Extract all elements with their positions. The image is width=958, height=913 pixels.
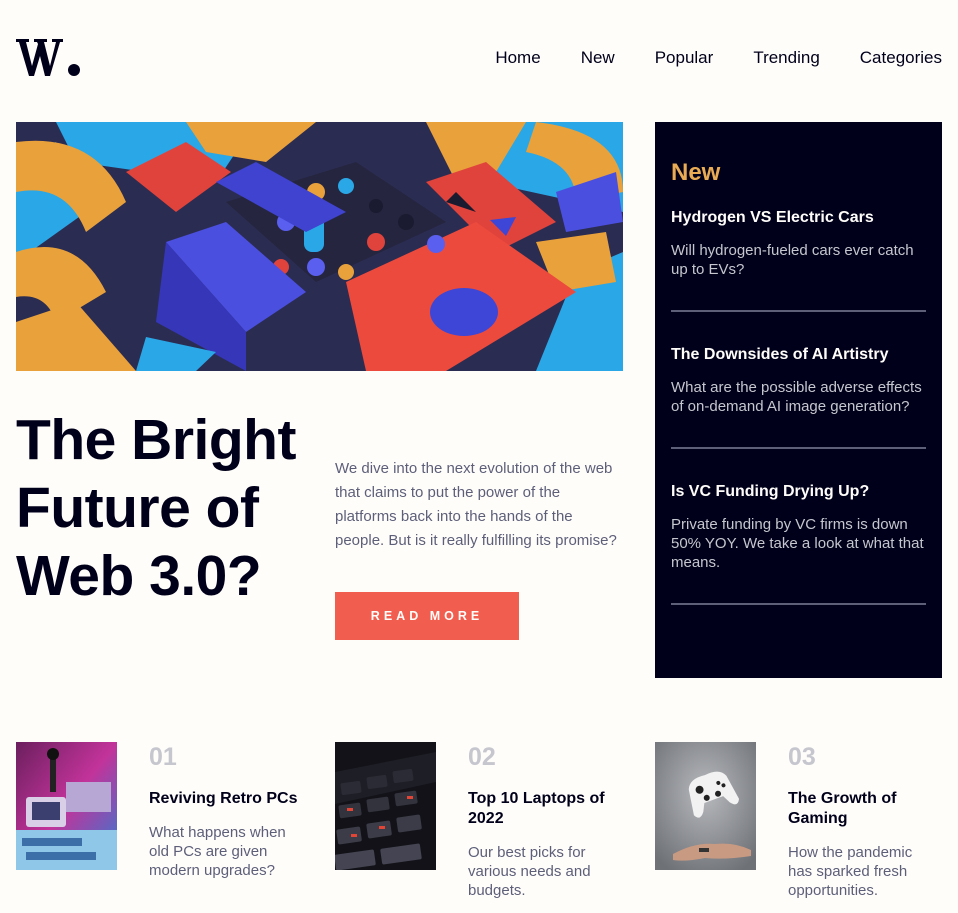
divider [671, 603, 926, 605]
article-number: 01 [149, 743, 177, 771]
article-number: 02 [468, 743, 496, 771]
new-item-title[interactable]: The Downsides of AI Artistry [671, 344, 926, 366]
article-summary: What happens when old PCs are given mode… [149, 824, 286, 879]
article-title[interactable]: The Growth of Gaming [788, 789, 940, 829]
article-title[interactable]: Top 10 Laptops of 2022 [468, 789, 620, 829]
article-card[interactable]: 01 Reviving Retro PCs What happens when … [16, 742, 301, 880]
laptop-keyboard-image [335, 742, 436, 870]
divider [671, 447, 926, 449]
divider [671, 310, 926, 312]
article-summary: Our best picks for various needs and bud… [468, 844, 591, 899]
new-item-title[interactable]: Is VC Funding Drying Up? [671, 481, 926, 503]
article-title[interactable]: Reviving Retro PCs [149, 789, 301, 809]
article-card[interactable]: 02 Top 10 Laptops of 2022 Our best picks… [335, 742, 620, 900]
new-item-summary: Will hydrogen-fueled cars ever catch up … [671, 242, 914, 278]
new-item-summary: Private funding by VC firms is down 50% … [671, 516, 924, 571]
hero-image [16, 122, 623, 371]
new-heading: New [671, 159, 721, 186]
new-item[interactable]: Is VC Funding Drying Up? Private funding… [671, 481, 926, 572]
article-summary: How the pandemic has sparked fresh oppor… [788, 844, 913, 899]
hero-title: The Bright Future of Web 3.0? [16, 408, 296, 608]
nav-categories[interactable]: Categories [860, 47, 942, 69]
article-card[interactable]: 03 The Growth of Gaming How the pandemic… [655, 742, 940, 900]
new-panel: New Hydrogen VS Electric Cars Will hydro… [655, 122, 942, 678]
hero-description: We dive into the next evolution of the w… [335, 460, 617, 549]
main-nav: Home New Popular Trending Categories [495, 47, 942, 69]
new-item-summary: What are the possible adverse effects of… [671, 379, 922, 415]
read-more-button[interactable]: READ MORE [335, 592, 519, 640]
nav-popular[interactable]: Popular [655, 47, 714, 69]
site-logo[interactable] [16, 36, 82, 78]
gaming-controller-image [655, 742, 756, 870]
article-number: 03 [788, 743, 816, 771]
nav-new[interactable]: New [581, 47, 615, 69]
new-item[interactable]: Hydrogen VS Electric Cars Will hydrogen-… [671, 207, 926, 279]
new-item-title[interactable]: Hydrogen VS Electric Cars [671, 207, 926, 229]
nav-home[interactable]: Home [495, 47, 540, 69]
nav-trending[interactable]: Trending [753, 47, 819, 69]
retro-pc-image [16, 742, 117, 870]
new-item[interactable]: The Downsides of AI Artistry What are th… [671, 344, 926, 416]
